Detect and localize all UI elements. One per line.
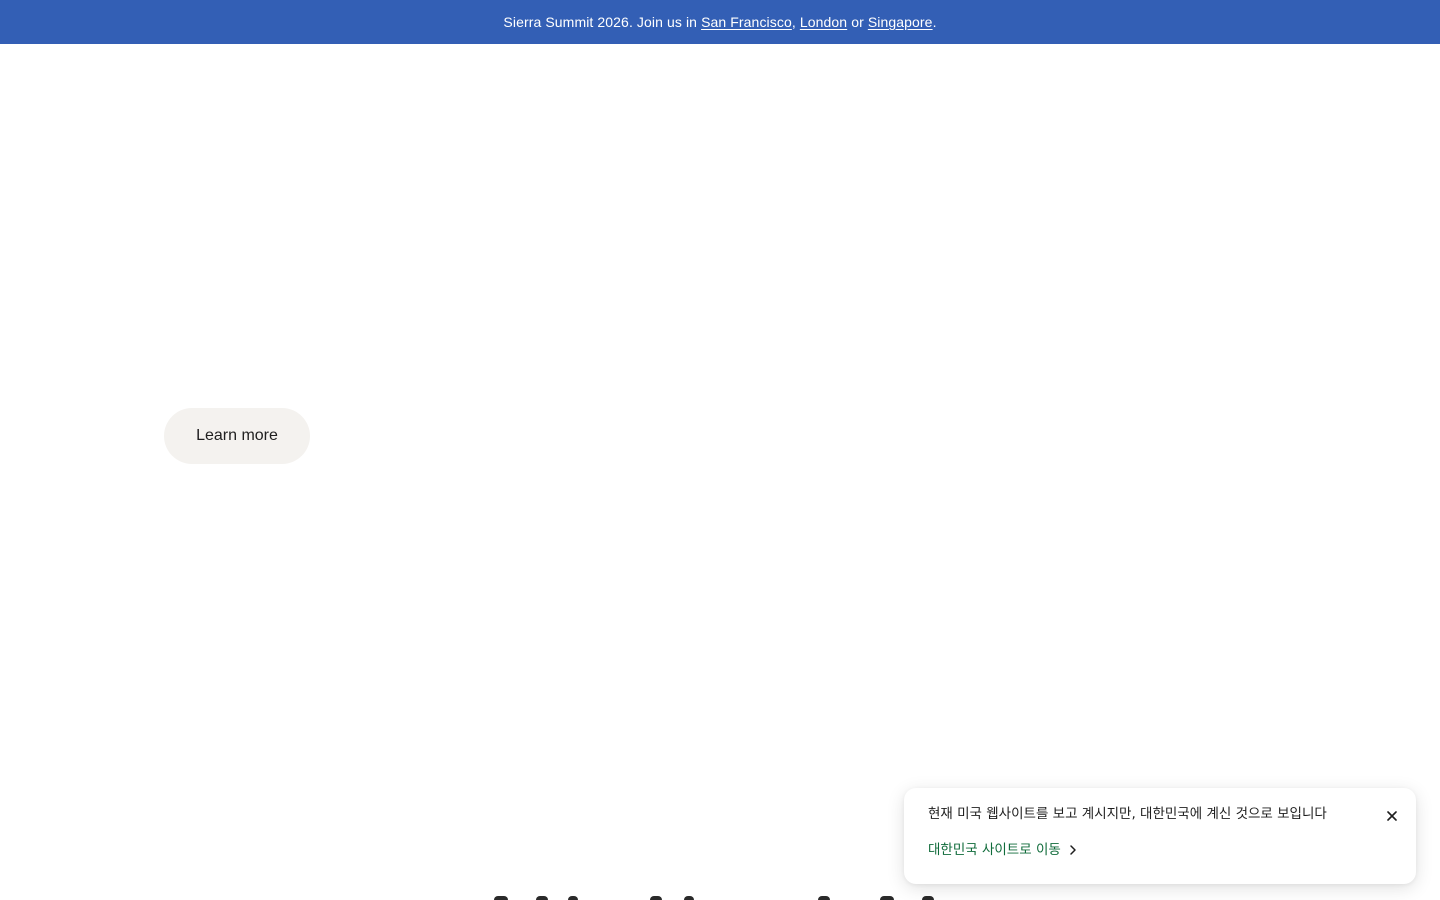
banner-period: . (932, 14, 937, 30)
heading-fragment (922, 896, 934, 900)
page: Sierra Summit 2026. Join us in San Franc… (0, 0, 1440, 900)
heading-fragment (880, 896, 894, 900)
banner-or: or (851, 14, 864, 30)
region-suggestion-toast: 현재 미국 웹사이트를 보고 계시지만, 대한민국에 계신 것으로 보입니다 대… (904, 788, 1416, 884)
banner-link-san-francisco[interactable]: San Francisco (701, 14, 792, 30)
banner-link-london[interactable]: London (800, 14, 847, 30)
section-heading-partial (470, 884, 950, 900)
heading-fragment (494, 896, 508, 900)
heading-fragment (818, 896, 830, 900)
heading-fragment (568, 896, 578, 900)
banner-link-singapore[interactable]: Singapore (868, 14, 933, 30)
go-to-korea-site-link[interactable]: 대한민국 사이트로 이동 (928, 840, 1079, 860)
banner-text: Sierra Summit 2026. Join us in (503, 14, 698, 30)
announcement-banner: Sierra Summit 2026. Join us in San Franc… (0, 0, 1440, 44)
heading-fragment (684, 896, 694, 900)
close-toast-button[interactable] (1384, 808, 1400, 824)
go-to-site-label: 대한민국 사이트로 이동 (928, 842, 1061, 858)
chevron-right-icon (1070, 845, 1076, 855)
region-message: 현재 미국 웹사이트를 보고 계시지만, 대한민국에 계신 것으로 보입니다 (928, 806, 1327, 822)
close-icon (1387, 811, 1397, 821)
learn-more-button[interactable]: Learn more (164, 408, 310, 464)
heading-fragment (650, 896, 662, 900)
heading-fragment (536, 896, 548, 900)
